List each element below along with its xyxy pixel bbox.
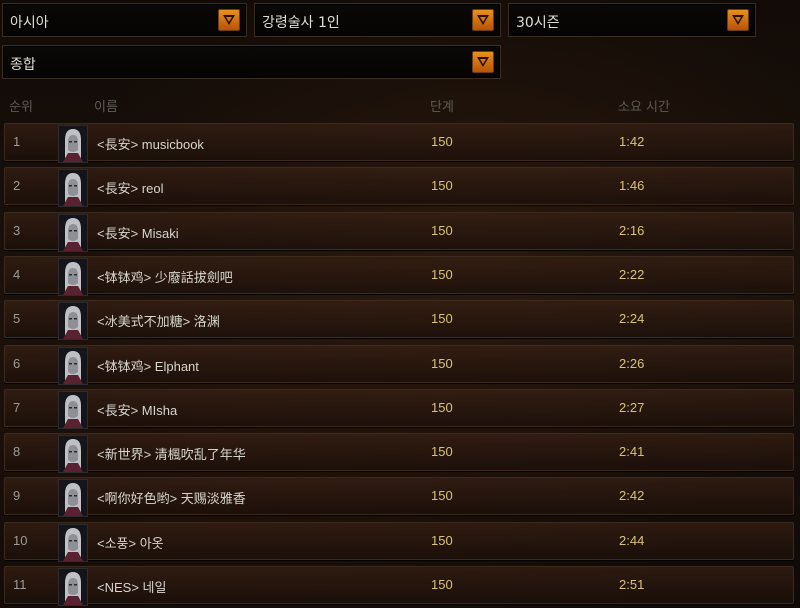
- time-cell: 1:46: [619, 178, 645, 194]
- table-row[interactable]: 4 <钵钵鸡> 少廢話拔劍吧 150 2:22: [4, 255, 794, 296]
- table-row[interactable]: 2 <長安> reol 150 1:46: [4, 167, 794, 208]
- stage-cell: 150: [431, 399, 453, 415]
- season-select[interactable]: 30시즌: [508, 3, 756, 37]
- chevron-down-icon[interactable]: [472, 51, 494, 73]
- time-cell: 2:16: [619, 222, 645, 238]
- region-select-value: 아시아: [10, 15, 49, 31]
- table-row[interactable]: 1 <長安> musicbook 150 1:42: [4, 123, 794, 163]
- necromancer-portrait-icon: [58, 568, 88, 606]
- class-select[interactable]: 강령술사 1인: [254, 3, 501, 37]
- necromancer-portrait-icon: [58, 479, 88, 518]
- time-cell: 2:42: [619, 488, 645, 504]
- rank-cell: 4: [13, 266, 21, 282]
- season-select-value: 30시즌: [516, 15, 560, 31]
- stage-cell: 150: [431, 266, 453, 282]
- player-name-link[interactable]: <長安> MIsha: [97, 400, 177, 419]
- stage-cell: 150: [431, 222, 453, 238]
- player-name-link[interactable]: <钵钵鸡> 少廢話拔劍吧: [97, 267, 233, 286]
- necromancer-portrait-icon: [58, 213, 88, 252]
- player-name-link[interactable]: <長安> reol: [97, 178, 163, 197]
- rank-cell: 9: [13, 488, 21, 504]
- player-name-link[interactable]: <長安> musicbook: [97, 134, 204, 153]
- necromancer-portrait-icon: [58, 257, 88, 296]
- table-row[interactable]: 3 <長安> Misaki 150 2:16: [4, 211, 794, 252]
- player-name-link[interactable]: <소풍> 아옷: [97, 533, 164, 552]
- chevron-down-icon[interactable]: [727, 9, 749, 31]
- necromancer-portrait-icon: [58, 169, 88, 208]
- rank-cell: 11: [13, 577, 27, 592]
- time-cell: 2:51: [619, 577, 645, 592]
- class-select-value: 강령술사 1인: [262, 15, 340, 31]
- time-cell: 2:22: [619, 266, 645, 282]
- category-select-value: 종합: [10, 57, 36, 73]
- necromancer-portrait-icon: [58, 390, 88, 429]
- table-row[interactable]: 7 <長安> MIsha 150 2:27: [4, 388, 794, 429]
- header-time: 소요 시간: [618, 100, 670, 115]
- table-row[interactable]: 6 <钵钵鸡> Elphant 150 2:26: [4, 344, 794, 385]
- time-cell: 2:27: [619, 399, 645, 415]
- table-row[interactable]: 8 <新世界> 清楓吹乱了年华 150 2:41: [4, 433, 794, 474]
- header-stage: 단계: [430, 100, 454, 115]
- header-rank: 순위: [9, 100, 33, 115]
- rank-cell: 6: [13, 355, 21, 371]
- stage-cell: 150: [431, 532, 453, 548]
- chevron-down-icon[interactable]: [218, 9, 240, 31]
- header-name: 이름: [94, 100, 118, 115]
- necromancer-portrait-icon: [58, 523, 88, 562]
- time-cell: 2:26: [619, 355, 645, 371]
- necromancer-portrait-icon: [58, 302, 88, 341]
- stage-cell: 150: [431, 178, 453, 194]
- rank-cell: 3: [13, 222, 21, 238]
- player-name-link[interactable]: <啊你好色哟> 天赐淡雅香: [97, 488, 246, 507]
- time-cell: 2:44: [619, 532, 645, 548]
- player-name-link[interactable]: <長安> Misaki: [97, 223, 179, 242]
- player-name-link[interactable]: <冰美式不加糖> 洛渊: [97, 311, 220, 330]
- time-cell: 2:24: [619, 311, 645, 327]
- stage-cell: 150: [431, 444, 453, 460]
- necromancer-portrait-icon: [58, 125, 88, 163]
- stage-cell: 150: [431, 311, 453, 327]
- rank-cell: 10: [13, 532, 28, 548]
- stage-cell: 150: [431, 134, 453, 149]
- category-select[interactable]: 종합: [2, 45, 501, 79]
- chevron-down-icon[interactable]: [472, 9, 494, 31]
- rank-cell: 5: [13, 311, 21, 327]
- table-row[interactable]: 5 <冰美式不加糖> 洛渊 150 2:24: [4, 300, 794, 341]
- rank-cell: 8: [13, 444, 21, 460]
- time-cell: 2:41: [619, 444, 645, 460]
- table-row[interactable]: 9 <啊你好色哟> 天赐淡雅香 150 2:42: [4, 477, 794, 518]
- necromancer-portrait-icon: [58, 435, 88, 474]
- player-name-link[interactable]: <新世界> 清楓吹乱了年华: [97, 444, 246, 463]
- table-row[interactable]: 11 <NES> 네일 150 2:51: [4, 566, 794, 606]
- stage-cell: 150: [431, 488, 453, 504]
- region-select[interactable]: 아시아: [2, 3, 247, 37]
- stage-cell: 150: [431, 355, 453, 371]
- rank-cell: 7: [13, 399, 21, 415]
- rank-cell: 2: [13, 178, 21, 194]
- stage-cell: 150: [431, 577, 453, 592]
- table-row[interactable]: 10 <소풍> 아옷 150 2:44: [4, 521, 794, 562]
- time-cell: 1:42: [619, 134, 645, 149]
- rank-cell: 1: [13, 134, 21, 149]
- player-name-link[interactable]: <NES> 네일: [97, 577, 166, 596]
- player-name-link[interactable]: <钵钵鸡> Elphant: [97, 356, 199, 375]
- necromancer-portrait-icon: [58, 346, 88, 385]
